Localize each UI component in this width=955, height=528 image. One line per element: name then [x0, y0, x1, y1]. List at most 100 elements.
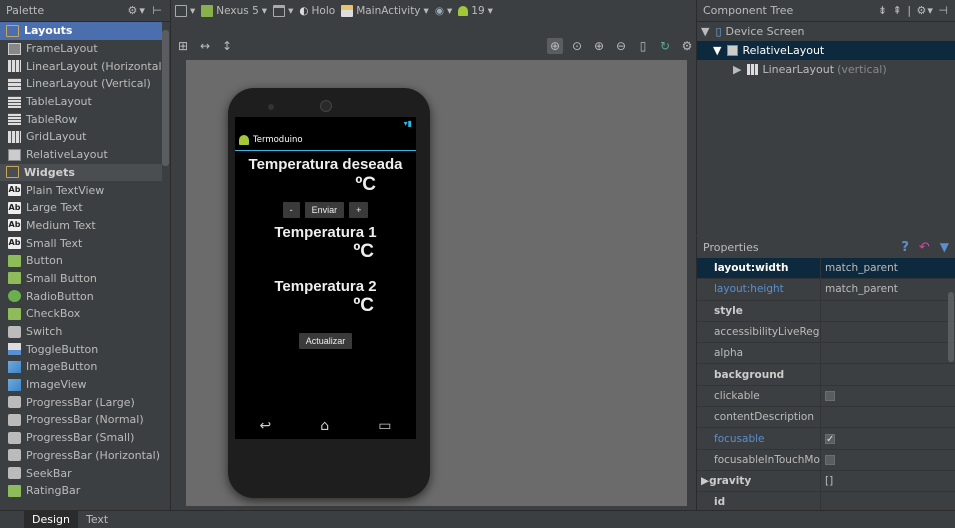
palette-item[interactable]: ProgressBar (Horizontal) — [0, 447, 162, 465]
palette-category[interactable]: Layouts — [0, 22, 162, 40]
palette-item[interactable]: RelativeLayout — [0, 146, 162, 164]
tree-tools-icon[interactable]: ⇟ ⇞ | ⚙▾ ⊣ — [878, 4, 949, 17]
palette-settings-icon[interactable]: ⚙▾ ⊢ — [128, 4, 164, 17]
render-options-icon[interactable]: ⊞ — [175, 38, 191, 54]
property-row[interactable]: layout:width match_parent — [697, 258, 955, 280]
property-value[interactable] — [821, 343, 955, 363]
new-layout-button[interactable]: ▾ — [175, 5, 195, 17]
tab-text[interactable]: Text — [78, 511, 116, 528]
property-row[interactable]: clickable — [697, 385, 955, 408]
palette-item[interactable]: RatingBar — [0, 482, 162, 500]
device-selector[interactable]: Nexus 5 ▾ — [201, 5, 267, 17]
orientation-selector[interactable]: ▾ — [273, 5, 293, 17]
send-button[interactable]: Enviar — [304, 202, 345, 218]
property-row[interactable]: background — [697, 364, 955, 386]
locale-selector[interactable]: ◉ ▾ — [435, 5, 452, 17]
screenshot-icon[interactable]: ▯ — [635, 38, 651, 54]
property-row[interactable]: alpha — [697, 343, 955, 365]
property-value[interactable] — [821, 492, 955, 510]
palette-item[interactable]: GridLayout — [0, 128, 162, 146]
zoom-fit-icon[interactable]: ⊕ — [547, 38, 563, 54]
checkbox-unchecked[interactable] — [825, 390, 835, 401]
palette-item[interactable]: RadioButton — [0, 287, 162, 305]
property-row[interactable]: accessibilityLiveRegion — [697, 321, 955, 344]
temp1-label[interactable]: Temperatura 1 — [235, 224, 416, 241]
property-value[interactable] — [821, 450, 955, 470]
palette-item[interactable]: ProgressBar (Small) — [0, 429, 162, 447]
palette-item[interactable]: Ab Small Text — [0, 234, 162, 252]
property-row[interactable]: layout:height match_parent — [697, 279, 955, 301]
palette-item[interactable]: SeekBar — [0, 464, 162, 482]
palette-item[interactable]: Ab Medium Text — [0, 217, 162, 235]
app-icon — [239, 134, 249, 145]
activity-selector[interactable]: MainActivity ▾ — [341, 5, 429, 17]
property-row[interactable]: style — [697, 300, 955, 322]
palette-item[interactable]: CheckBox — [0, 305, 162, 323]
palette-item[interactable]: Button — [0, 252, 162, 270]
plus-button[interactable]: + — [349, 202, 369, 218]
desired-temp-value[interactable]: ºC — [235, 174, 416, 196]
tab-design[interactable]: Design — [24, 511, 78, 528]
palette-item[interactable]: ImageView — [0, 376, 162, 394]
checkbox-unchecked[interactable] — [825, 454, 835, 465]
palette-category[interactable]: Widgets — [0, 163, 162, 182]
api-selector[interactable]: 19 ▾ — [458, 5, 493, 17]
property-row[interactable]: ▶ gravity [] — [697, 470, 955, 493]
tree-item-relative-layout[interactable]: ▼ RelativeLayout — [697, 41, 955, 60]
palette-item[interactable]: ProgressBar (Large) — [0, 393, 162, 411]
property-value[interactable] — [821, 301, 955, 321]
palette-item[interactable]: LinearLayout (Vertical) — [0, 75, 162, 93]
palette-item-label: ToggleButton — [26, 342, 99, 356]
palette-item[interactable]: Switch — [0, 323, 162, 341]
zoom-out-icon[interactable]: ⊖ — [613, 38, 629, 54]
temp2-value[interactable]: ºC — [235, 295, 416, 317]
checkbox-checked[interactable]: ✓ — [825, 433, 835, 444]
temp1-value[interactable]: ºC — [235, 241, 416, 263]
property-value[interactable]: [] — [821, 471, 955, 491]
palette-scrollbar[interactable] — [162, 30, 169, 166]
refresh-icon[interactable]: ↻ — [657, 38, 673, 54]
property-row[interactable]: contentDescription — [697, 407, 955, 429]
desired-temp-label[interactable]: Temperatura deseada — [235, 156, 416, 173]
palette-item[interactable]: Small Button — [0, 270, 162, 288]
palette-item[interactable]: TableRow — [0, 110, 162, 128]
fit-width-icon[interactable]: ↔ — [197, 38, 213, 54]
property-value[interactable] — [821, 322, 955, 342]
toggle-button-icon — [8, 343, 21, 356]
tree-item-device-screen[interactable]: ▼ ▯ Device Screen — [697, 22, 955, 41]
nav-bar: ↩ ⌂ ▭ — [235, 413, 416, 439]
palette-item[interactable]: Ab Large Text — [0, 199, 162, 217]
palette-item[interactable]: FrameLayout — [0, 40, 162, 58]
minus-button[interactable]: - — [282, 202, 300, 218]
property-value[interactable]: match_parent — [821, 258, 955, 278]
undo-icon[interactable]: ↶ — [919, 240, 930, 255]
palette-item[interactable]: LinearLayout (Horizontal) — [0, 57, 162, 75]
properties-scrollbar[interactable] — [948, 292, 954, 362]
zoom-actual-icon[interactable]: ⊙ — [569, 38, 585, 54]
palette-item[interactable]: ImageButton — [0, 358, 162, 376]
update-button[interactable]: Actualizar — [298, 333, 353, 349]
property-value[interactable] — [821, 386, 955, 406]
property-row[interactable]: focusableInTouchMod — [697, 449, 955, 471]
device-screen[interactable]: ▾▮ Termoduino Temperatura deseada ºC - E… — [235, 117, 416, 439]
palette-item[interactable]: ToggleButton — [0, 340, 162, 358]
zoom-in-icon[interactable]: ⊕ — [591, 38, 607, 54]
property-value[interactable]: match_parent — [821, 279, 955, 299]
palette-item[interactable]: TableLayout — [0, 93, 162, 111]
temp2-label[interactable]: Temperatura 2 — [235, 278, 416, 295]
settings-icon[interactable]: ⚙ — [679, 38, 695, 54]
property-row[interactable]: focusable ✓ — [697, 428, 955, 450]
property-value[interactable] — [821, 364, 955, 384]
property-value[interactable]: ✓ — [821, 428, 955, 448]
tree-item-linear-layout[interactable]: ▶ LinearLayout (vertical) — [697, 60, 955, 79]
expand-arrow-icon[interactable]: ▶ — [701, 475, 709, 487]
property-row[interactable]: id — [697, 492, 955, 510]
palette-title: Palette — [6, 4, 45, 17]
help-icon[interactable]: ? — [901, 240, 909, 255]
filter-icon[interactable]: ▼ — [940, 240, 949, 254]
palette-item[interactable]: ProgressBar (Normal) — [0, 411, 162, 429]
palette-item[interactable]: Ab Plain TextView — [0, 181, 162, 199]
theme-selector[interactable]: ◐ Holo — [299, 5, 335, 17]
fit-height-icon[interactable]: ↕ — [219, 38, 235, 54]
property-value[interactable] — [821, 407, 955, 427]
